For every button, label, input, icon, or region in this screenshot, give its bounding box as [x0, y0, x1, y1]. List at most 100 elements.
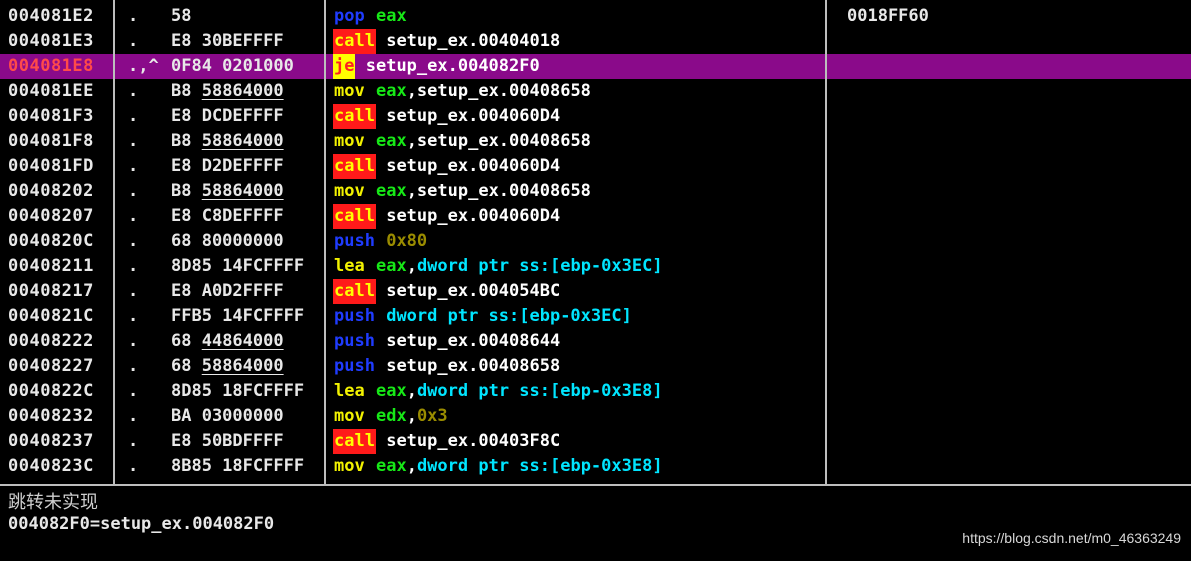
mnemonic: pop: [334, 6, 365, 26]
hex-dump-cell: 8D85 18FCFFFF: [171, 379, 323, 404]
instruction-row[interactable]: 004081F3. E8 DCDEFFFF call setup_ex.004060…: [0, 104, 1191, 129]
instruction-row[interactable]: 0040820C. 68 80000000 push 0x80: [0, 229, 1191, 254]
hex-dump-cell: BA 03000000: [171, 404, 323, 429]
mnemonic: mov: [334, 131, 365, 151]
comment-cell: [847, 304, 1177, 329]
comment-cell: [847, 429, 1177, 454]
operand: dword ptr ss:[ebp-0x3E8]: [416, 456, 663, 476]
address-cell: 0040821C: [8, 306, 94, 326]
info-pane: 跳转未实现 004082F0=setup_ex.004082F0 https:/…: [0, 486, 1191, 561]
instruction-row[interactable]: 004081E2. 58 pop eax 0018FF60: [0, 4, 1191, 29]
mnemonic: call: [333, 154, 376, 179]
hex-bytes: 0F84 0201000: [171, 56, 294, 76]
address-cell: 0040822C: [8, 381, 94, 401]
selected-instruction-row[interactable]: 004081E8 .,^ 0F84 0201000 je setup_ex.00408…: [0, 54, 1191, 79]
address-cell: 004081E8: [8, 56, 94, 76]
address-cell: 0040820C: [8, 231, 94, 251]
operand: setup_ex.00408658: [386, 356, 561, 376]
operand: setup_ex.004060D4: [386, 106, 561, 126]
instruction-row[interactable]: 00408232. BA 03000000 mov edx,0x3: [0, 404, 1191, 429]
mnemonic: push: [334, 331, 375, 351]
mnemonic: je: [333, 54, 356, 79]
instruction-row[interactable]: 004081E3. E8 30BEFFFF call setup_ex.004040…: [0, 29, 1191, 54]
instruction-row[interactable]: 00408237. E8 50BDFFFF call setup_ex.00403F…: [0, 429, 1191, 454]
comment-cell: [847, 329, 1177, 354]
hex-bytes: 68: [171, 331, 202, 351]
instruction-row[interactable]: 00408202. B8 58864000 mov eax,setup_ex.004…: [0, 179, 1191, 204]
instruction-row[interactable]: 004081F8. B8 58864000 mov eax,setup_ex.004…: [0, 129, 1191, 154]
debugger-window: 004081E2. 58 pop eax 0018FF60 004081E3. E8 30…: [0, 0, 1191, 561]
jump-target-text: 004082F0=setup_ex.004082F0: [8, 514, 275, 534]
disassembly-cell: call setup_ex.004060D4: [333, 154, 823, 179]
hex-bytes: 58864000: [201, 181, 284, 201]
disassembly-cell: call setup_ex.00403F8C: [333, 429, 823, 454]
hex-bytes: E8 30BEFFFF: [171, 31, 284, 51]
jump-marker: .: [128, 456, 139, 476]
instruction-row[interactable]: 0040823C. 8B85 18FCFFFF mov eax,dword ptr …: [0, 454, 1191, 479]
hex-dump-cell: 58: [171, 4, 323, 29]
jump-marker: .: [128, 31, 139, 51]
hex-dump-cell: B8 58864000: [171, 79, 323, 104]
hex-dump-cell: B8 58864000: [171, 179, 323, 204]
instruction-row[interactable]: 00408222. 68 44864000 push setup_ex.004086…: [0, 329, 1191, 354]
hex-bytes: 68: [171, 356, 202, 376]
address-cell: 00408202: [8, 181, 94, 201]
hex-bytes: BA 03000000: [171, 406, 284, 426]
hex-bytes: 68 80000000: [171, 231, 284, 251]
jump-marker: .,^: [128, 56, 159, 76]
mnemonic: mov: [334, 456, 365, 476]
mnemonic: mov: [334, 406, 365, 426]
hex-dump-cell: E8 DCDEFFFF: [171, 104, 323, 129]
jump-marker: .: [128, 6, 139, 26]
operand: ,: [406, 456, 417, 476]
jump-marker: .: [128, 231, 139, 251]
comment-cell: [847, 204, 1177, 229]
operand: setup_ex.00404018: [386, 31, 561, 51]
jump-marker: .: [128, 256, 139, 276]
instruction-row[interactable]: 00408227. 68 58864000 push setup_ex.004086…: [0, 354, 1191, 379]
disassembly-cell: lea eax,dword ptr ss:[ebp-0x3EC]: [333, 254, 823, 279]
mnemonic: push: [334, 356, 375, 376]
instruction-row[interactable]: 004081FD. E8 D2DEFFFF call setup_ex.004060…: [0, 154, 1191, 179]
hex-dump-cell: E8 50BDFFFF: [171, 429, 323, 454]
instruction-row[interactable]: 00408211. 8D85 14FCFFFF lea eax,dword ptr …: [0, 254, 1191, 279]
hex-bytes: 58864000: [201, 131, 284, 151]
mnemonic: call: [333, 429, 376, 454]
instruction-row[interactable]: 00408207. E8 C8DEFFFF call setup_ex.004060…: [0, 204, 1191, 229]
address-cell: 004081F3: [8, 106, 94, 126]
disassembly-cell: call setup_ex.004060D4: [333, 104, 823, 129]
hex-bytes: 58: [171, 6, 192, 26]
disassembly-cell: je setup_ex.004082F0: [333, 54, 823, 79]
instruction-row[interactable]: 0040822C. 8D85 18FCFFFF lea eax,dword ptr …: [0, 379, 1191, 404]
hex-bytes: FFB5 14FCFFFF: [171, 306, 305, 326]
hex-bytes: 8B85 18FCFFFF: [171, 456, 305, 476]
column-divider-address[interactable]: [113, 0, 115, 486]
address-cell: 0040823C: [8, 456, 94, 476]
operand: 0x3: [416, 406, 448, 426]
operand: eax: [375, 181, 407, 201]
operand: ,: [406, 256, 417, 276]
comment-cell: [847, 279, 1177, 304]
jump-marker: .: [128, 181, 139, 201]
instruction-row[interactable]: 00408217. E8 A0D2FFFF call setup_ex.004054…: [0, 279, 1191, 304]
disassembly-cell: call setup_ex.004054BC: [333, 279, 823, 304]
hex-dump-cell: B8 58864000: [171, 129, 323, 154]
operand: setup_ex.004082F0: [365, 56, 540, 76]
comment-cell: [847, 104, 1177, 129]
disassembly-cell: push 0x80: [333, 229, 823, 254]
address-cell: 00408222: [8, 331, 94, 351]
hex-bytes: E8 D2DEFFFF: [171, 156, 284, 176]
column-divider-disasm[interactable]: [825, 0, 827, 486]
instruction-row[interactable]: 004081EE. B8 58864000 mov eax,setup_ex.004…: [0, 79, 1191, 104]
instruction-row[interactable]: 0040821C. FFB5 14FCFFFF push dword ptr ss:…: [0, 304, 1191, 329]
address-cell: 00408217: [8, 281, 94, 301]
hex-bytes: E8 50BDFFFF: [171, 431, 284, 451]
operand: setup_ex.00403F8C: [386, 431, 561, 451]
comment-cell: [847, 29, 1177, 54]
operand: dword ptr ss:[ebp-0x3EC]: [416, 256, 663, 276]
disassembly-cell: call setup_ex.00404018: [333, 29, 823, 54]
comment-cell: [847, 454, 1177, 479]
column-divider-hex[interactable]: [324, 0, 326, 486]
operand: eax: [375, 6, 407, 26]
mnemonic: call: [333, 104, 376, 129]
